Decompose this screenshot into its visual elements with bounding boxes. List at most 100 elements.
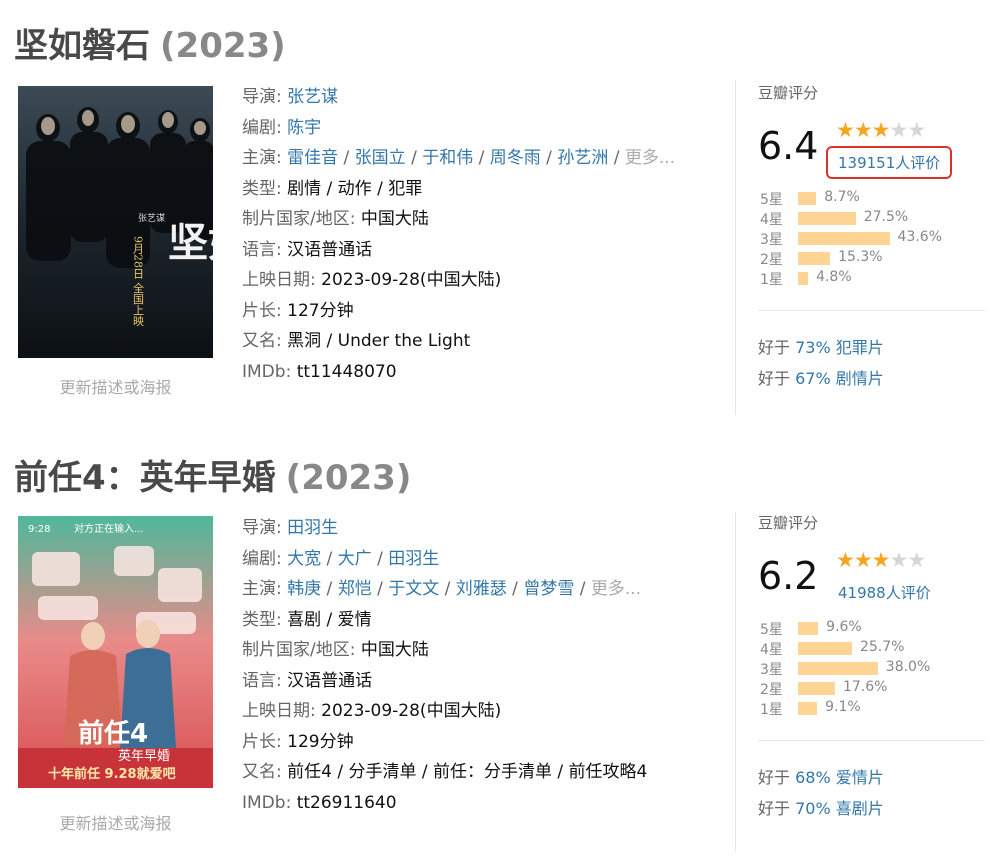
rating-bar-percent: 9.6%: [826, 619, 862, 635]
writer-link[interactable]: 陈宇: [287, 118, 321, 138]
movie-year: (2023): [160, 26, 286, 66]
rating-breakdown: 5星 8.7% 4星 27.5% 3星 43.6% 2星 15.3% 1星 4.8%: [758, 188, 988, 288]
imdb-label: IMDb:: [242, 792, 292, 813]
rating-bar-percent: 15.3%: [838, 249, 883, 265]
cast-link[interactable]: 孙艺洲: [557, 148, 608, 168]
movie-poster[interactable]: 9:28 对方正在输入... 前任4 英年早婚 十年前任 9.28就爱吧: [18, 516, 213, 788]
rating-bar-percent: 25.7%: [859, 639, 905, 655]
cast-link[interactable]: 曾梦雪: [523, 579, 574, 599]
rating-bar: [798, 622, 819, 635]
rating-bar-label: 2星: [760, 252, 783, 268]
director-link[interactable]: 田羽生: [287, 518, 338, 538]
cast-more-link[interactable]: 更多...: [625, 148, 675, 168]
better-than-link[interactable]: 68% 爱情片: [795, 768, 884, 787]
aka-label: 又名:: [242, 762, 282, 782]
movie-poster[interactable]: 坚如磐石 9月28日 全国上映 张艺谋: [18, 86, 213, 358]
movie-entry: 前任4：英年早婚 (2023) 9:28 对方正在输入... 前任4 英年早婚 …: [0, 430, 1000, 858]
genre-row: 类型: 剧情 / 动作 / 犯罪: [242, 174, 675, 205]
better-than-row: 好于 67% 剧情片: [758, 365, 884, 389]
rating-stars: ★★★★★: [836, 118, 926, 142]
language-label: 语言:: [242, 239, 282, 260]
runtime-value: 129分钟: [287, 731, 354, 752]
writer-link[interactable]: 大广: [338, 549, 372, 569]
divider: [758, 310, 985, 311]
writer-row: 编剧: 陈宇: [242, 113, 675, 144]
rating-bar-label: 5星: [760, 622, 783, 638]
runtime-row: 片长: 129分钟: [242, 727, 647, 758]
poster-time: 9:28: [28, 524, 50, 535]
cast-label: 主演:: [242, 148, 282, 168]
update-poster-link[interactable]: 更新描述或海报: [18, 374, 213, 398]
poster-logo: 前任4: [78, 718, 148, 749]
release-row: 上映日期: 2023-09-28(中国大陆): [242, 265, 675, 296]
cast-link[interactable]: 张国立: [355, 148, 406, 168]
cast-link[interactable]: 刘雅瑟: [456, 579, 507, 599]
cast-link[interactable]: 郑恺: [338, 579, 372, 599]
star-icon: ★: [836, 118, 855, 142]
rating-bar-label: 4星: [760, 212, 783, 228]
country-label: 制片国家/地区:: [242, 640, 356, 660]
update-poster-link[interactable]: 更新描述或海报: [18, 810, 213, 834]
rating-bar-row: 2星 15.3%: [758, 248, 988, 268]
poster-subtitle: 英年早婚: [118, 749, 170, 764]
director-link[interactable]: 张艺谋: [287, 87, 338, 107]
movie-year: (2023): [285, 458, 412, 498]
writer-link[interactable]: 大宽: [287, 549, 321, 569]
aka-row: 又名: 前任4 / 分手清单 / 前任：分手清单 / 前任攻略4: [242, 757, 647, 788]
poster-caption: 十年前任 9.28就爱吧: [48, 766, 176, 782]
country-row: 制片国家/地区: 中国大陆: [242, 204, 675, 235]
rating-bar-row: 4星 27.5%: [758, 208, 988, 228]
cast-more-link[interactable]: 更多...: [591, 579, 641, 599]
star-icon: ★: [889, 548, 908, 572]
director-label: 导演:: [242, 518, 282, 538]
cast-row: 主演: 雷佳音 / 张国立 / 于和伟 / 周冬雨 / 孙艺洲 / 更多...: [242, 148, 676, 168]
star-icon: ★: [871, 548, 891, 572]
rating-bar-row: 1星 9.1%: [758, 698, 988, 718]
writer-link[interactable]: 田羽生: [388, 549, 439, 569]
votes-link[interactable]: 41988人评价: [826, 576, 943, 609]
star-icon: ★: [853, 548, 873, 572]
rating-bar: [798, 642, 852, 655]
rating-bar-row: 3星 43.6%: [758, 228, 988, 248]
divider: [735, 512, 736, 852]
star-icon: ★: [871, 118, 891, 142]
language-row: 语言: 汉语普通话: [242, 666, 647, 697]
cast-link[interactable]: 韩庚: [287, 579, 321, 599]
cast-link[interactable]: 周冬雨: [490, 148, 541, 168]
rating-bar-label: 3星: [760, 232, 783, 248]
writer-row: 编剧: 大宽 / 大广 / 田羽生: [242, 548, 440, 569]
better-than-prefix: 好于: [758, 768, 791, 787]
star-icon: ★: [907, 548, 926, 572]
cast-link[interactable]: 于和伟: [422, 148, 473, 168]
genre-label: 类型:: [242, 609, 282, 630]
better-than-link[interactable]: 67% 剧情片: [795, 369, 884, 388]
poster-director: 张艺谋: [138, 213, 165, 224]
rating-panel: 豆瓣评分 6.4 ★★★★★ 139151人评价 5星 8.7% 4星 27.5% 3星…: [758, 82, 988, 388]
movie-title-text: 坚如磐石: [14, 26, 150, 66]
genre-value: 剧情 / 动作 / 犯罪: [287, 178, 423, 199]
runtime-label: 片长:: [242, 731, 282, 752]
rating-title: 豆瓣评分: [758, 514, 819, 532]
imdb-label: IMDb:: [242, 361, 292, 382]
rating-bar-percent: 8.7%: [824, 189, 860, 205]
better-than-link[interactable]: 73% 犯罪片: [795, 338, 884, 357]
rating-bar: [798, 702, 818, 715]
cast-label: 主演:: [242, 579, 282, 599]
director-row: 导演: 田羽生: [242, 513, 647, 544]
rating-bar-label: 3星: [760, 662, 783, 678]
rating-bar: [798, 662, 878, 675]
better-than-link[interactable]: 70% 喜剧片: [795, 799, 884, 818]
genre-label: 类型:: [242, 178, 282, 199]
rating-bar: [798, 272, 809, 285]
rating-bar: [798, 212, 856, 225]
votes-link[interactable]: 139151人评价: [826, 146, 953, 179]
imdb-value: tt11448070: [296, 361, 397, 382]
writer-label: 编剧:: [242, 117, 282, 138]
runtime-value: 127分钟: [287, 300, 354, 321]
cast-link[interactable]: 雷佳音: [287, 148, 338, 168]
better-than-row: 好于 73% 犯罪片: [758, 334, 884, 358]
release-value: 2023-09-28(中国大陆): [321, 270, 502, 290]
rating-breakdown: 5星 9.6% 4星 25.7% 3星 38.0% 2星 17.6% 1星 9.1%: [758, 618, 988, 718]
better-than-prefix: 好于: [758, 799, 791, 818]
cast-link[interactable]: 于文文: [388, 579, 439, 599]
